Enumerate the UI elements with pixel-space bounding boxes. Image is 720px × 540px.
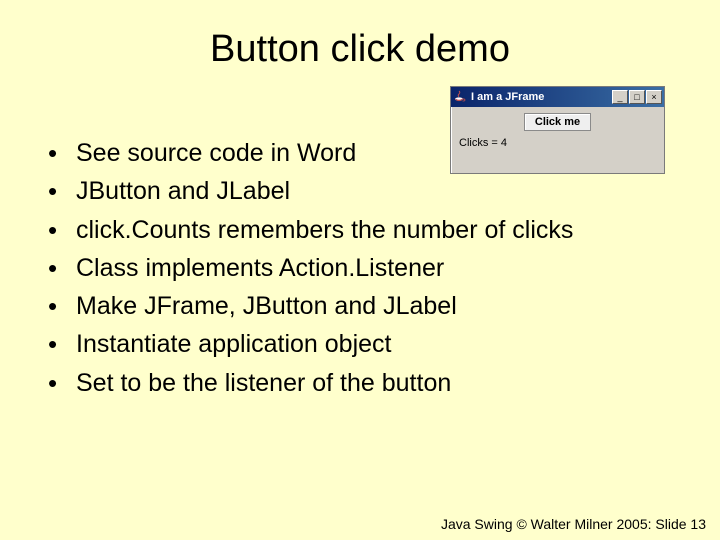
java-cup-icon (453, 90, 467, 104)
close-button[interactable]: × (646, 90, 662, 104)
bullet-item: JButton and JLabel (40, 173, 680, 209)
bullet-item: Make JFrame, JButton and JLabel (40, 288, 680, 324)
slide-footer: Java Swing © Walter Milner 2005: Slide 1… (441, 516, 706, 532)
window-controls: _ □ × (612, 90, 662, 104)
window-title-text: I am a JFrame (471, 91, 608, 103)
minimize-button[interactable]: _ (612, 90, 628, 104)
click-counter-label: Clicks = 4 (459, 137, 656, 149)
swing-window-screenshot: I am a JFrame _ □ × Click me Clicks = 4 (450, 86, 665, 174)
bullet-list: See source code in Word JButton and JLab… (40, 135, 680, 403)
bullet-item: click.Counts remembers the number of cli… (40, 212, 680, 248)
slide-title: Button click demo (0, 0, 720, 71)
click-me-button[interactable]: Click me (524, 113, 591, 131)
bullet-item: Set to be the listener of the button (40, 365, 680, 401)
window-titlebar: I am a JFrame _ □ × (451, 87, 664, 107)
maximize-button[interactable]: □ (629, 90, 645, 104)
window-content: Click me Clicks = 4 (451, 107, 664, 153)
bullet-item: Instantiate application object (40, 326, 680, 362)
bullet-item: Class implements Action.Listener (40, 250, 680, 286)
